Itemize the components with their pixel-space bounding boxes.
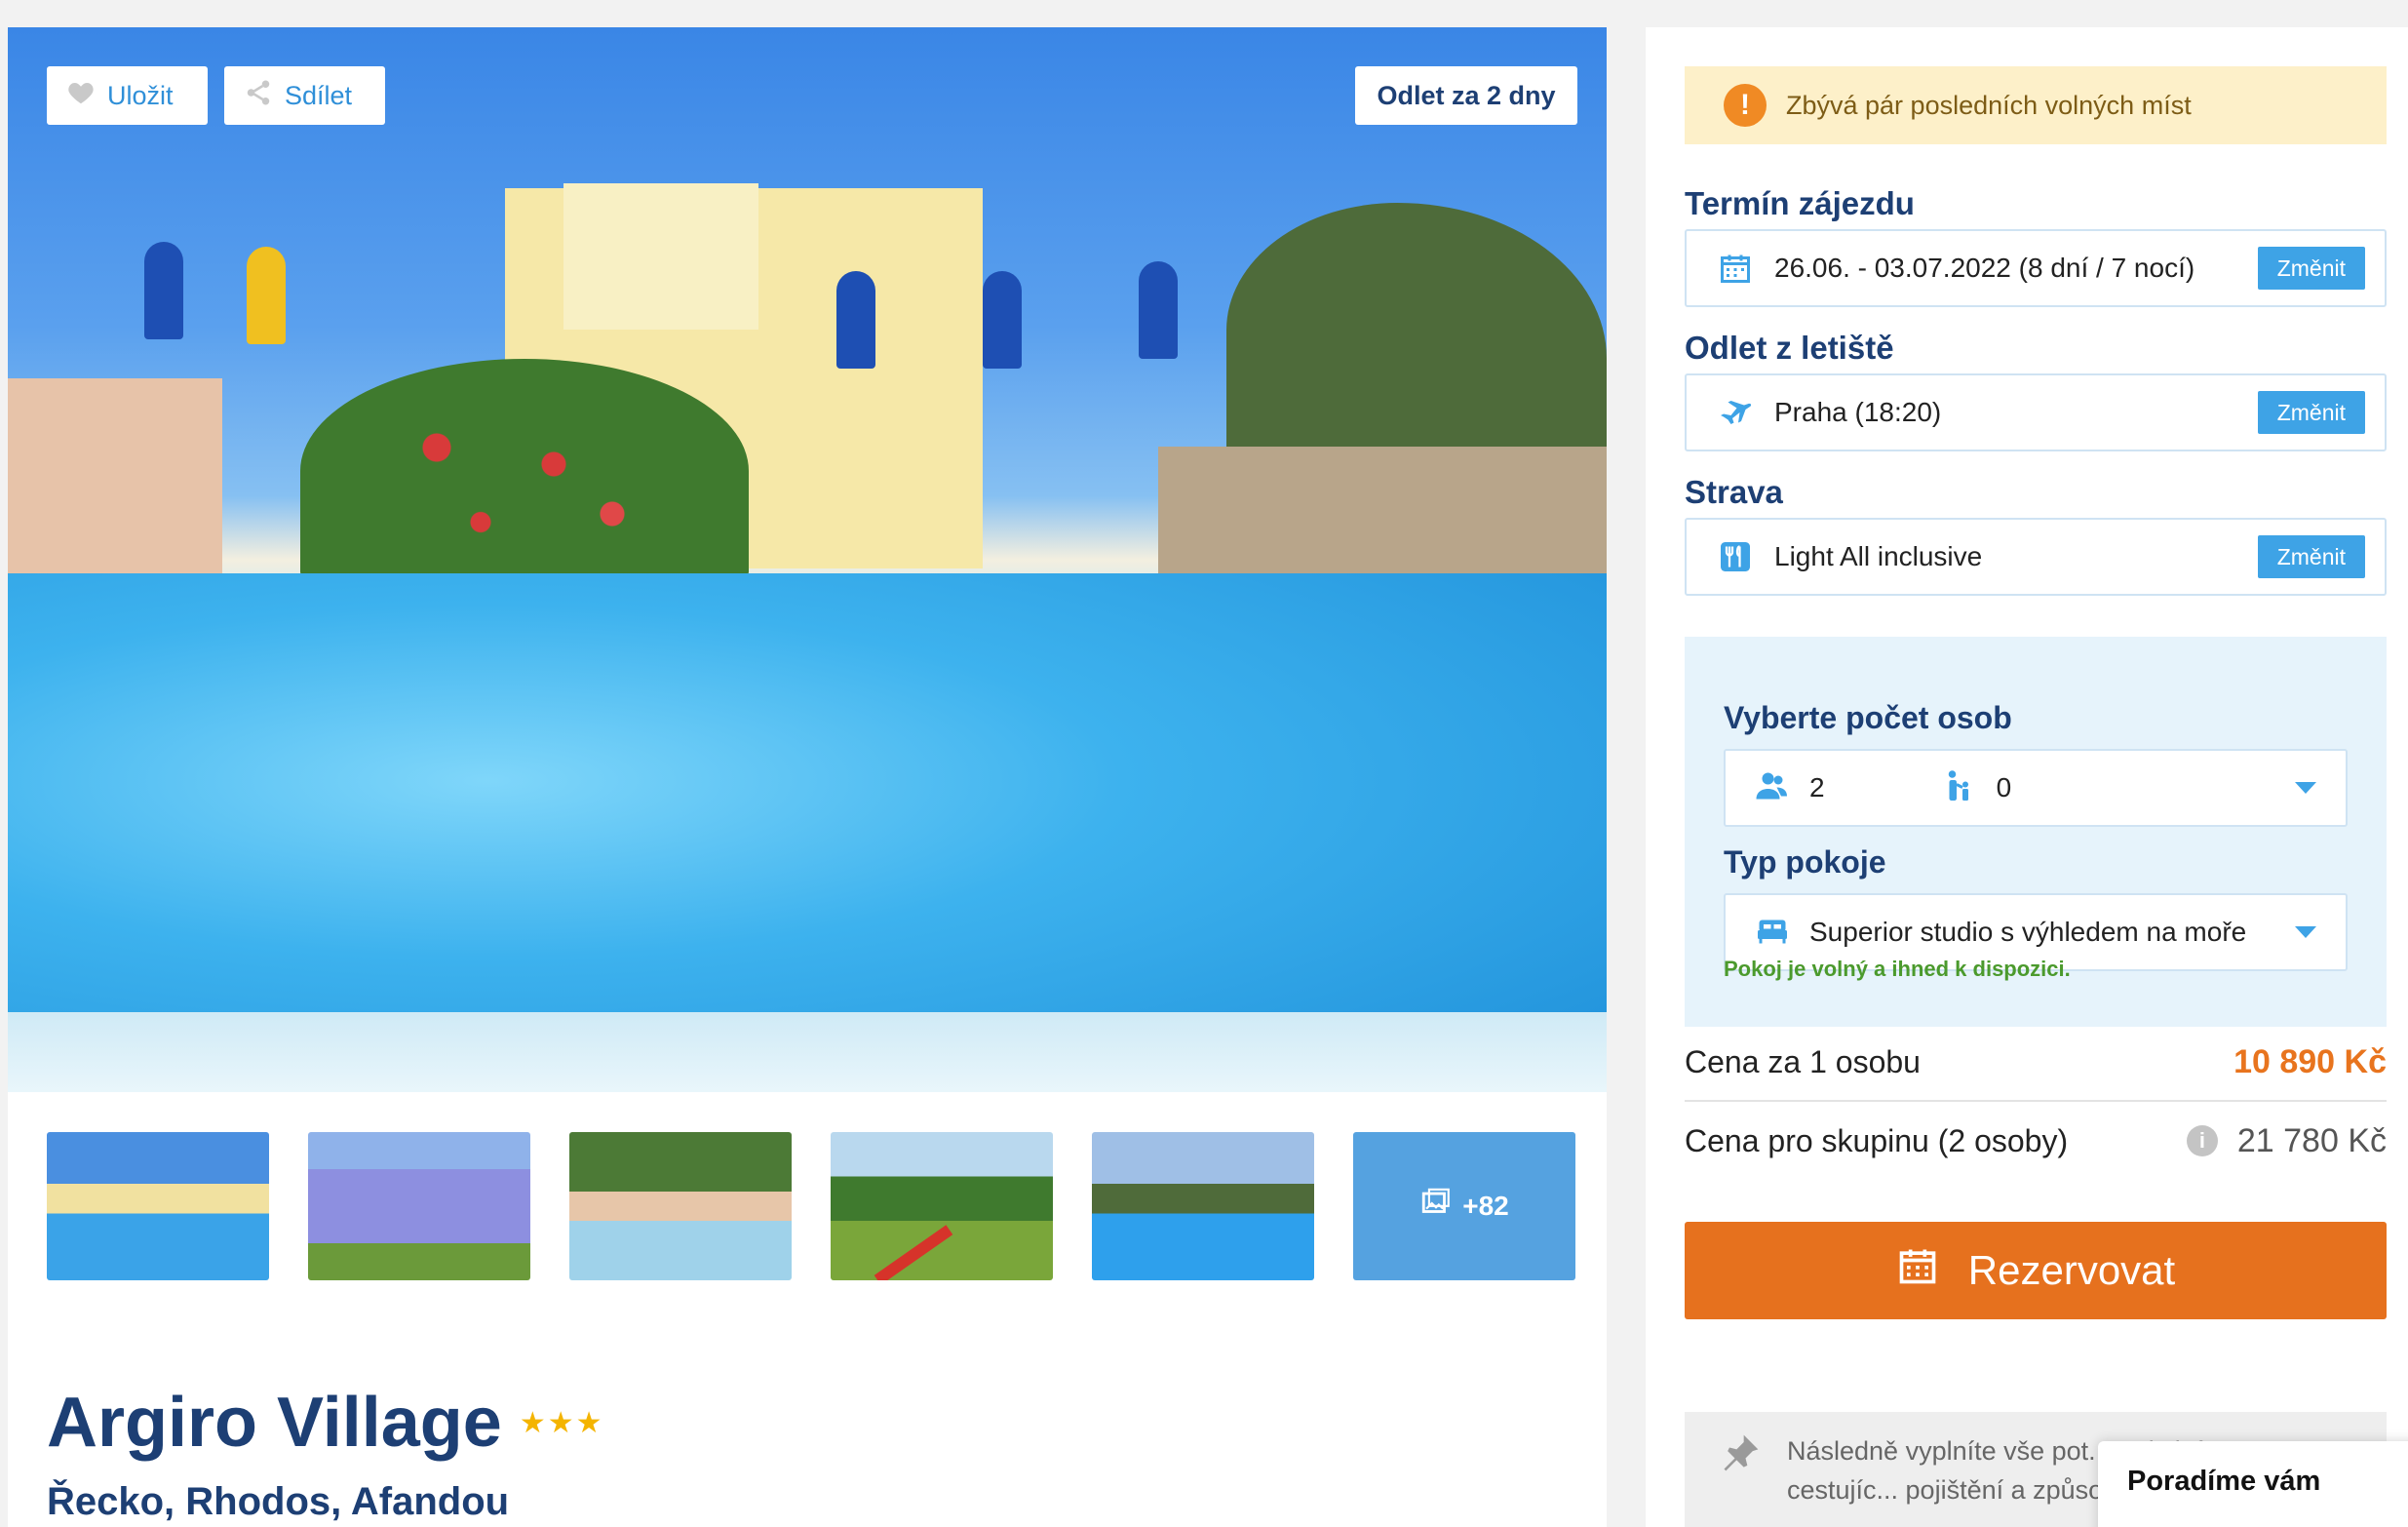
children-count: 0 <box>1996 772 2012 803</box>
chat-help-button[interactable]: Poradíme vám <box>2098 1441 2408 1527</box>
hero-scene-pool-edge <box>8 1012 1607 1092</box>
reserve-button-label: Rezervovat <box>1967 1247 2176 1293</box>
alert-text: Zbývá pár posledních volných míst <box>1786 90 2192 120</box>
cutlery-icon <box>1716 537 1755 576</box>
booking-panel: ! Zbývá pár posledních volných míst Term… <box>1646 27 2408 1527</box>
gallery-more-count: +82 <box>1462 1191 1509 1221</box>
reserve-button[interactable]: Rezervovat <box>1685 1222 2387 1319</box>
change-board-button[interactable]: Změnit <box>2257 535 2365 578</box>
hero-scene-house <box>8 378 222 573</box>
hero-scene-wall <box>1158 447 1607 583</box>
share-icon <box>244 78 273 114</box>
save-button-label: Uložit <box>107 80 174 110</box>
price-group-row: Cena pro skupinu (2 osoby) i 21 780 Kč <box>1685 1102 2387 1180</box>
price-group-wrap: i 21 780 Kč <box>2186 1121 2387 1160</box>
share-button[interactable]: Sdílet <box>224 66 385 125</box>
info-icon[interactable]: i <box>2186 1125 2218 1156</box>
gallery-thumbnail[interactable] <box>1092 1132 1314 1280</box>
change-airport-button[interactable]: Změnit <box>2257 391 2365 434</box>
star-rating: ★★★ <box>519 1406 604 1439</box>
price-per-person-row: Cena za 1 osobu 10 890 Kč <box>1685 1024 2387 1102</box>
hotel-title: Argiro Village ★★★ <box>47 1383 604 1463</box>
calendar-icon <box>1716 249 1755 288</box>
term-field[interactable]: 26.06. - 03.07.2022 (8 dní / 7 nocí) Změ… <box>1685 229 2387 307</box>
chevron-down-icon <box>2295 926 2316 938</box>
price-group-value: 21 780 Kč <box>2236 1121 2387 1159</box>
price-per-person-value: 10 890 Kč <box>2233 1042 2387 1080</box>
gallery-icon <box>1419 1187 1453 1227</box>
hero-scene-umbrella <box>1139 261 1178 359</box>
term-value: 26.06. - 03.07.2022 (8 dní / 7 nocí) <box>1774 253 2195 283</box>
airport-label: Odlet z letiště <box>1685 330 1894 366</box>
save-button[interactable]: Uložit <box>47 66 208 125</box>
chevron-down-icon <box>2295 782 2316 794</box>
calendar-icon <box>1896 1244 1939 1297</box>
hero-scene-trees <box>1226 203 1607 486</box>
hero-scene-umbrella <box>836 271 875 369</box>
hero-scene-umbrella <box>247 247 286 344</box>
children-icon <box>1942 768 1977 808</box>
airport-field[interactable]: Praha (18:20) Změnit <box>1685 373 2387 451</box>
pin-icon <box>1719 1431 1762 1474</box>
hero-scene-umbrella <box>983 271 1022 369</box>
hero-scene-umbrella <box>144 242 183 339</box>
hotel-detail-panel: Uložit Sdílet Odlet za 2 dny +82 Argiro … <box>8 27 1607 1527</box>
gallery-thumbnail[interactable] <box>308 1132 530 1280</box>
hotel-location: Řecko, Rhodos, Afandou <box>47 1480 510 1523</box>
price-per-person-label: Cena za 1 osobu <box>1685 1043 1921 1079</box>
term-label: Termín zájezdu <box>1685 185 1915 221</box>
bed-icon <box>1755 913 1790 953</box>
gallery-more-button[interactable]: +82 <box>1353 1132 1575 1280</box>
availability-alert: ! Zbývá pár posledních volných míst <box>1685 66 2387 144</box>
departure-badge: Odlet za 2 dny <box>1355 66 1577 125</box>
hero-scene-building-top <box>563 183 758 330</box>
price-group-label: Cena pro skupinu (2 osoby) <box>1685 1122 2069 1158</box>
board-label: Strava <box>1685 474 1783 510</box>
board-value: Light All inclusive <box>1774 541 1983 571</box>
thumb-slide <box>874 1225 953 1280</box>
gallery-thumbnail[interactable] <box>47 1132 269 1280</box>
adults-count: 2 <box>1809 772 1825 803</box>
hotel-name: Argiro Village <box>47 1384 502 1462</box>
share-button-label: Sdílet <box>285 80 353 110</box>
room-value: Superior studio s výhledem na moře <box>1809 917 2247 947</box>
room-label: Typ pokoje <box>1724 844 1886 880</box>
plane-icon <box>1716 393 1755 432</box>
gallery-thumbnail[interactable] <box>831 1132 1053 1280</box>
gallery-thumbnail[interactable] <box>569 1132 792 1280</box>
board-field[interactable]: Light All inclusive Změnit <box>1685 518 2387 596</box>
room-availability-note: Pokoj je volný a ihned k dispozici. <box>1724 957 2071 981</box>
hero-image[interactable]: Uložit Sdílet Odlet za 2 dny <box>8 27 1607 1092</box>
persons-room-box: Vyberte počet osob 2 0 Typ pokoje Superi… <box>1685 637 2387 1027</box>
persons-select[interactable]: 2 0 <box>1724 749 2348 827</box>
hero-scene-flowers <box>378 398 671 564</box>
persons-label: Vyberte počet osob <box>1724 700 2012 735</box>
exclamation-icon: ! <box>1724 84 1767 127</box>
airport-value: Praha (18:20) <box>1774 397 1942 427</box>
gallery-thumbnails: +82 <box>47 1132 1577 1280</box>
heart-icon <box>66 78 96 114</box>
change-term-button[interactable]: Změnit <box>2257 247 2365 290</box>
adults-icon <box>1755 768 1790 808</box>
